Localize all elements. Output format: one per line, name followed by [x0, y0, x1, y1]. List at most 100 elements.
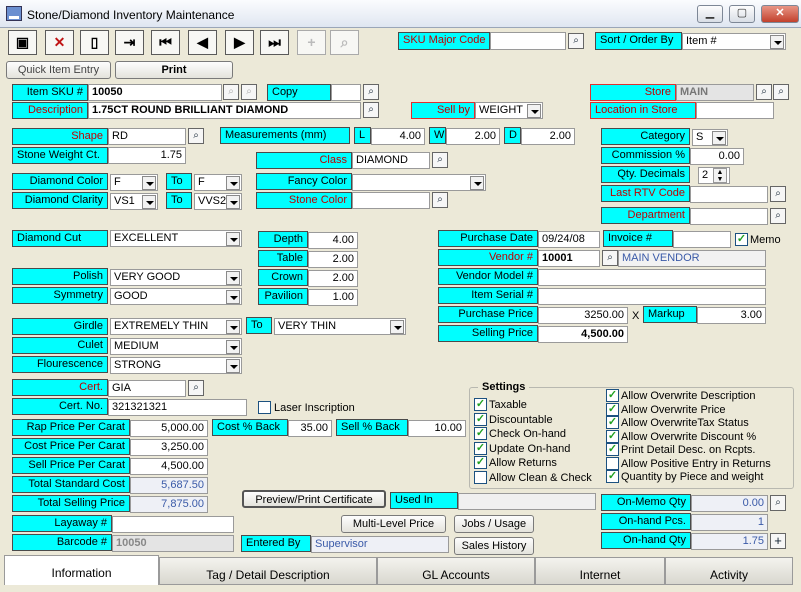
laser-inscription-checkbox[interactable]: [258, 401, 271, 414]
crown-input[interactable]: 2.00: [308, 270, 358, 287]
width-input[interactable]: 2.00: [446, 128, 500, 145]
last-record-icon[interactable]: ⏭: [260, 30, 289, 55]
girdle-select[interactable]: EXTREMELY THIN: [110, 318, 242, 335]
item-sku-input[interactable]: 10050: [88, 84, 222, 101]
sort-select[interactable]: Item #: [682, 33, 786, 50]
commission-input[interactable]: 0.00: [690, 148, 744, 165]
tab-information[interactable]: Information: [4, 555, 159, 585]
binoculars-icon[interactable]: ⌕: [773, 84, 789, 100]
length-input[interactable]: 4.00: [371, 128, 425, 145]
checkbox[interactable]: ✓: [606, 402, 619, 416]
search-icon[interactable]: ⌕: [330, 30, 359, 55]
tab-activity[interactable]: Activity: [665, 557, 793, 585]
binoculars-icon[interactable]: ⌕: [568, 33, 584, 49]
binoculars-icon[interactable]: ⌕: [241, 84, 257, 100]
vendor-model-input[interactable]: [538, 269, 766, 286]
checkbox[interactable]: ✓: [606, 429, 619, 443]
location-input[interactable]: [696, 102, 774, 119]
memo-checkbox[interactable]: ✓: [735, 233, 748, 246]
rap-price-input[interactable]: 5,000.00: [130, 420, 208, 437]
checkbox[interactable]: ✓: [474, 427, 487, 441]
pavilion-input[interactable]: 1.00: [308, 289, 358, 306]
close-button[interactable]: ✕: [761, 5, 799, 23]
plus-icon[interactable]: +: [770, 533, 786, 549]
table-input[interactable]: 2.00: [308, 251, 358, 268]
next-record-icon[interactable]: ▶: [225, 30, 254, 55]
sales-history-button[interactable]: Sales History: [454, 537, 534, 555]
shape-input[interactable]: RD: [108, 128, 186, 145]
checkbox[interactable]: ✓: [606, 389, 619, 402]
fancy-color-select[interactable]: [352, 174, 486, 191]
purchase-price-input[interactable]: 3250.00: [538, 307, 628, 324]
binoculars-icon[interactable]: ⌕: [363, 102, 379, 118]
category-select[interactable]: S: [692, 129, 728, 146]
maximize-button[interactable]: ▢: [729, 5, 755, 23]
first-record-icon[interactable]: ⏮: [151, 30, 180, 55]
checkbox[interactable]: ✓: [474, 412, 487, 426]
copy-input[interactable]: [331, 84, 361, 101]
tab-internet[interactable]: Internet: [535, 557, 665, 585]
tab-gl-accounts[interactable]: GL Accounts: [377, 557, 535, 585]
item-serial-input[interactable]: [538, 288, 766, 305]
multi-level-price-button[interactable]: Multi-Level Price: [341, 515, 446, 533]
color-select[interactable]: F: [110, 174, 158, 191]
sku-major-code-input[interactable]: [490, 32, 566, 50]
binoculars-icon[interactable]: ⌕: [756, 84, 772, 100]
sell-back-input[interactable]: 10.00: [408, 420, 466, 437]
binoculars-icon[interactable]: ⌕: [363, 84, 379, 100]
previous-record-icon[interactable]: ◀: [188, 30, 217, 55]
binoculars-icon[interactable]: ⌕: [770, 208, 786, 224]
selling-price-input[interactable]: 4,500.00: [538, 326, 628, 343]
delete-icon[interactable]: ✕: [45, 30, 74, 55]
clarity-select[interactable]: VS1: [110, 193, 158, 210]
binoculars-icon[interactable]: ⌕: [432, 192, 448, 208]
checkbox[interactable]: [474, 471, 487, 484]
cost-back-input[interactable]: 35.00: [288, 420, 332, 437]
new-document-icon[interactable]: ▯: [80, 30, 109, 55]
checkbox[interactable]: ✓: [606, 443, 619, 456]
checkbox[interactable]: ✓: [474, 456, 487, 470]
stone-color-input[interactable]: [352, 192, 430, 209]
checkbox[interactable]: ✓: [474, 441, 487, 455]
invoice-input[interactable]: [673, 231, 731, 248]
exit-icon[interactable]: ⇥: [115, 30, 144, 55]
sell-by-select[interactable]: WEIGHT: [475, 102, 543, 119]
binoculars-icon[interactable]: ⌕: [432, 152, 448, 168]
tab-tag-detail-description[interactable]: Tag / Detail Description: [159, 557, 377, 585]
preview-certificate-button[interactable]: Preview/Print Certificate: [242, 490, 386, 508]
markup-input[interactable]: 3.00: [697, 307, 766, 324]
spinner-icon[interactable]: ▲ ▼: [713, 168, 727, 183]
depth-mm-input[interactable]: 2.00: [521, 128, 575, 145]
clarity-to-select[interactable]: VVS2: [194, 193, 242, 210]
print-button[interactable]: Print: [115, 61, 233, 79]
binoculars-icon[interactable]: ⌕: [770, 186, 786, 202]
fluorescence-select[interactable]: STRONG: [110, 357, 242, 374]
binoculars-icon[interactable]: ⌕: [770, 495, 786, 511]
binoculars-icon[interactable]: ⌕: [188, 380, 204, 396]
description-input[interactable]: 1.75CT ROUND BRILLIANT DIAMOND: [88, 102, 361, 119]
layaway-input[interactable]: [112, 516, 234, 533]
culet-select[interactable]: MEDIUM: [110, 338, 242, 355]
girdle-to-select[interactable]: VERY THIN: [274, 318, 406, 335]
vendor-input[interactable]: 10001: [538, 250, 600, 267]
cert-no-input[interactable]: 321321321: [108, 399, 247, 416]
polish-select[interactable]: VERY GOOD: [110, 269, 242, 286]
checkbox[interactable]: ✓: [606, 416, 619, 429]
binoculars-icon[interactable]: ⌕: [188, 128, 204, 144]
symmetry-select[interactable]: GOOD: [110, 288, 242, 305]
barcode-input[interactable]: 10050: [112, 535, 234, 552]
checkbox[interactable]: ✓: [474, 398, 487, 411]
binoculars-icon[interactable]: ⌕: [223, 84, 239, 100]
store-input[interactable]: MAIN: [676, 84, 754, 101]
last-rtv-input[interactable]: [690, 186, 768, 203]
stone-weight-input[interactable]: 1.75: [108, 147, 186, 164]
save-icon[interactable]: ▣: [8, 30, 37, 55]
binoculars-icon[interactable]: ⌕: [602, 250, 618, 266]
cut-select[interactable]: EXCELLENT: [110, 230, 242, 247]
jobs-usage-button[interactable]: Jobs / Usage: [454, 515, 534, 533]
sell-price-input[interactable]: 4,500.00: [130, 458, 208, 475]
cert-input[interactable]: GIA: [108, 380, 186, 397]
purchase-date-input[interactable]: 09/24/08: [538, 231, 600, 248]
add-icon[interactable]: +: [297, 30, 326, 55]
checkbox[interactable]: ✓: [606, 470, 619, 483]
